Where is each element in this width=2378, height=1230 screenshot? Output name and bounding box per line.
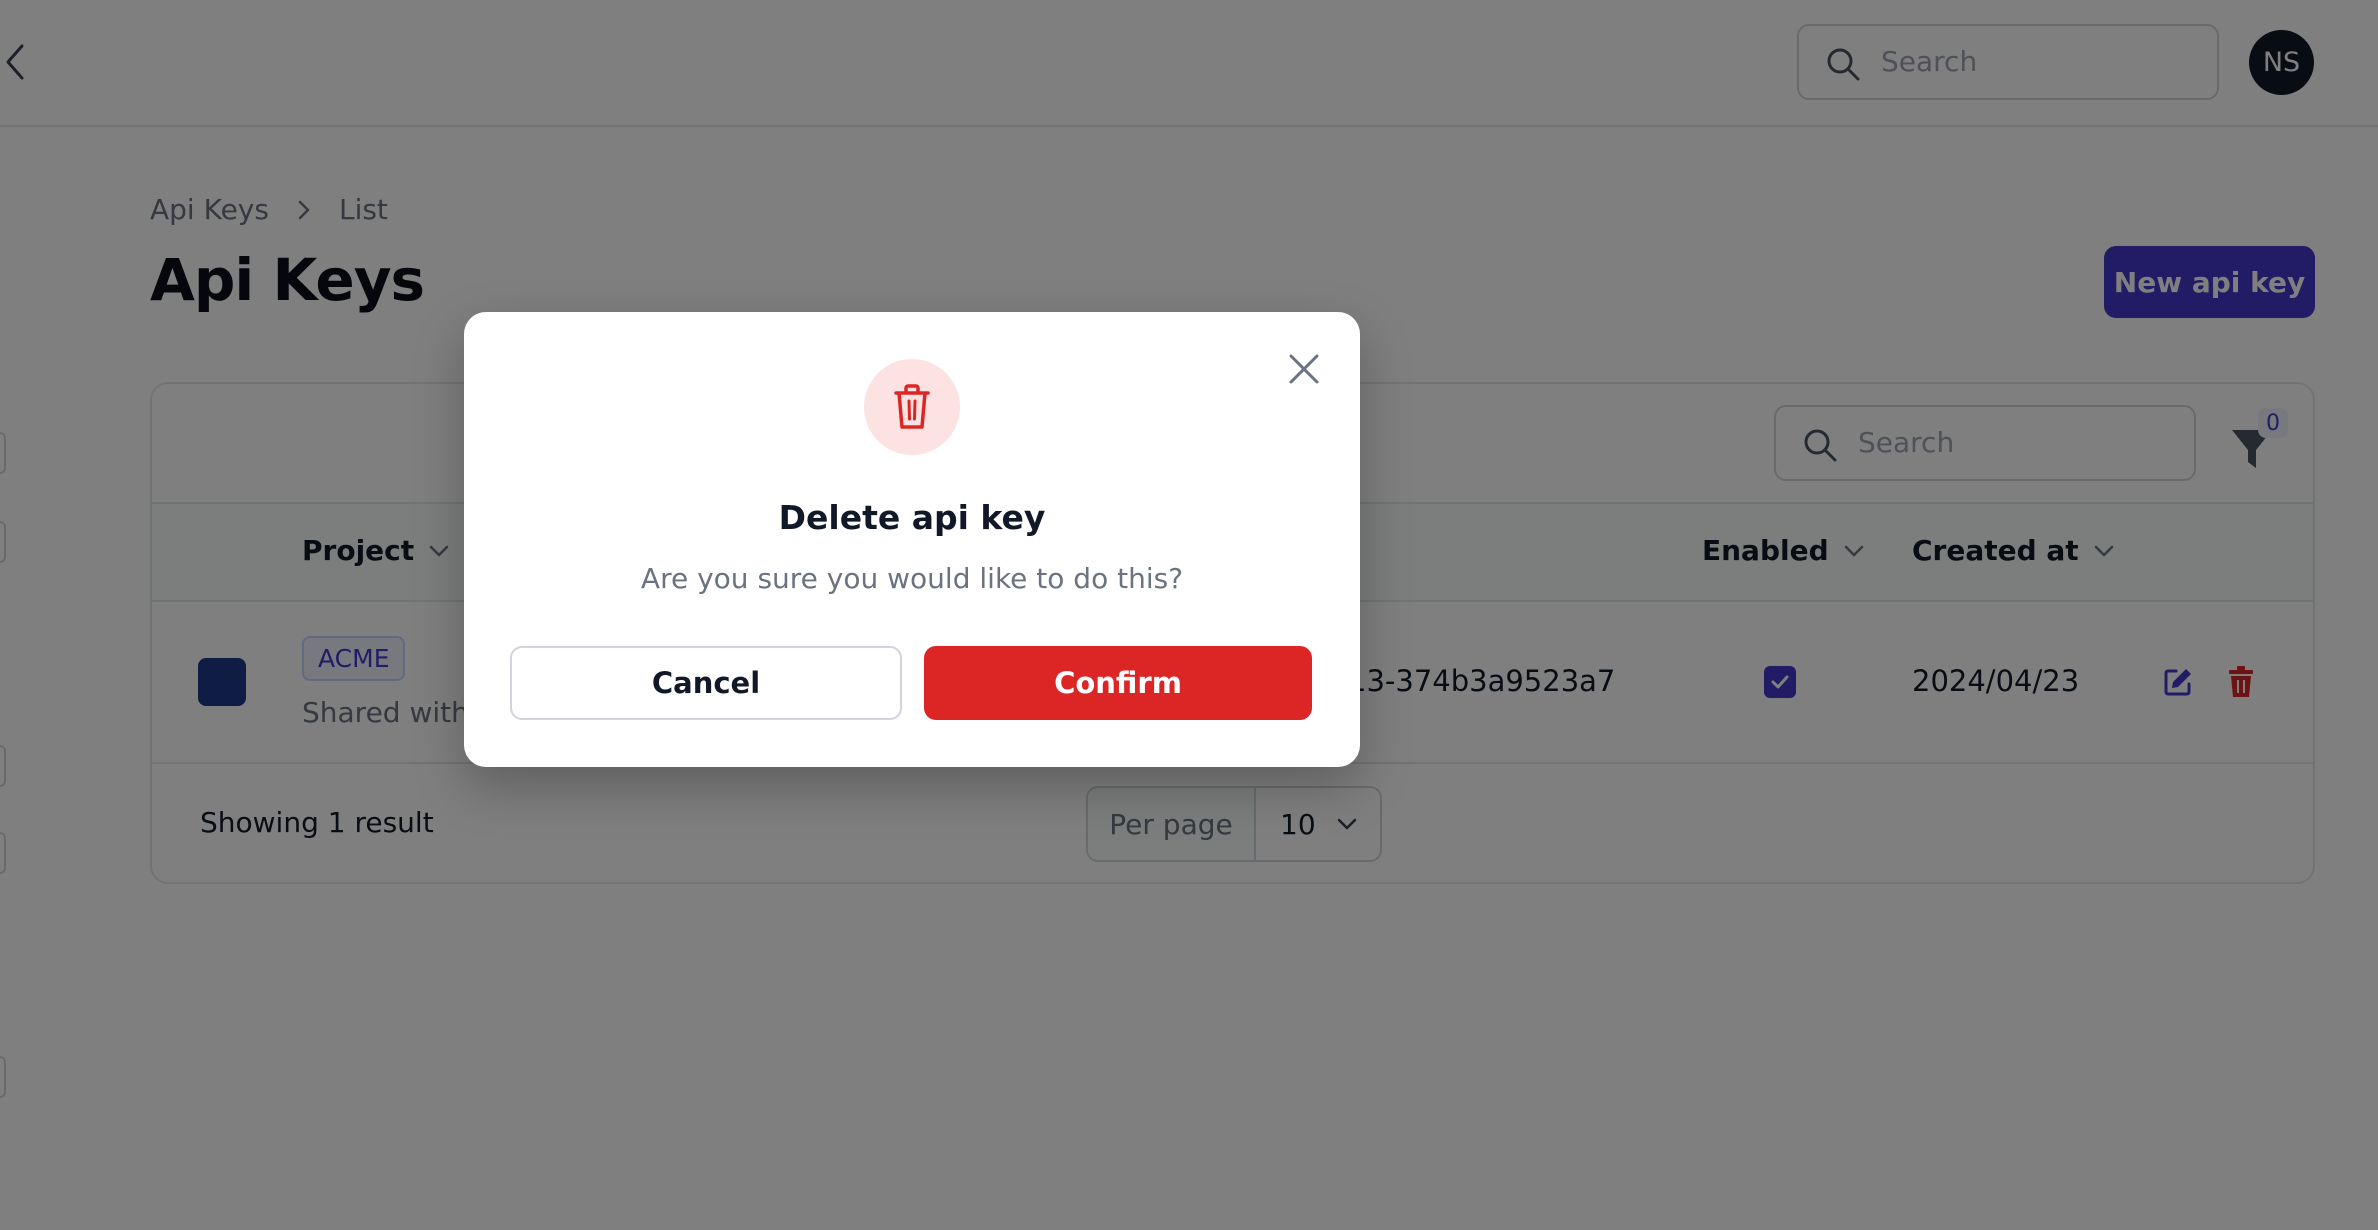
cancel-button[interactable]: Cancel bbox=[510, 646, 902, 720]
modal-title: Delete api key bbox=[778, 498, 1046, 537]
app-root: Search NS Api Keys List Api Keys New api… bbox=[0, 0, 2378, 1230]
confirm-button[interactable]: Confirm bbox=[924, 646, 1312, 720]
modal-description: Are you sure you would like to do this? bbox=[640, 562, 1184, 595]
trash-icon bbox=[894, 384, 930, 429]
delete-confirm-modal: Delete api key Are you sure you would li… bbox=[464, 312, 1360, 767]
modal-icon-wrap bbox=[864, 359, 960, 455]
close-icon[interactable] bbox=[1286, 351, 1322, 387]
